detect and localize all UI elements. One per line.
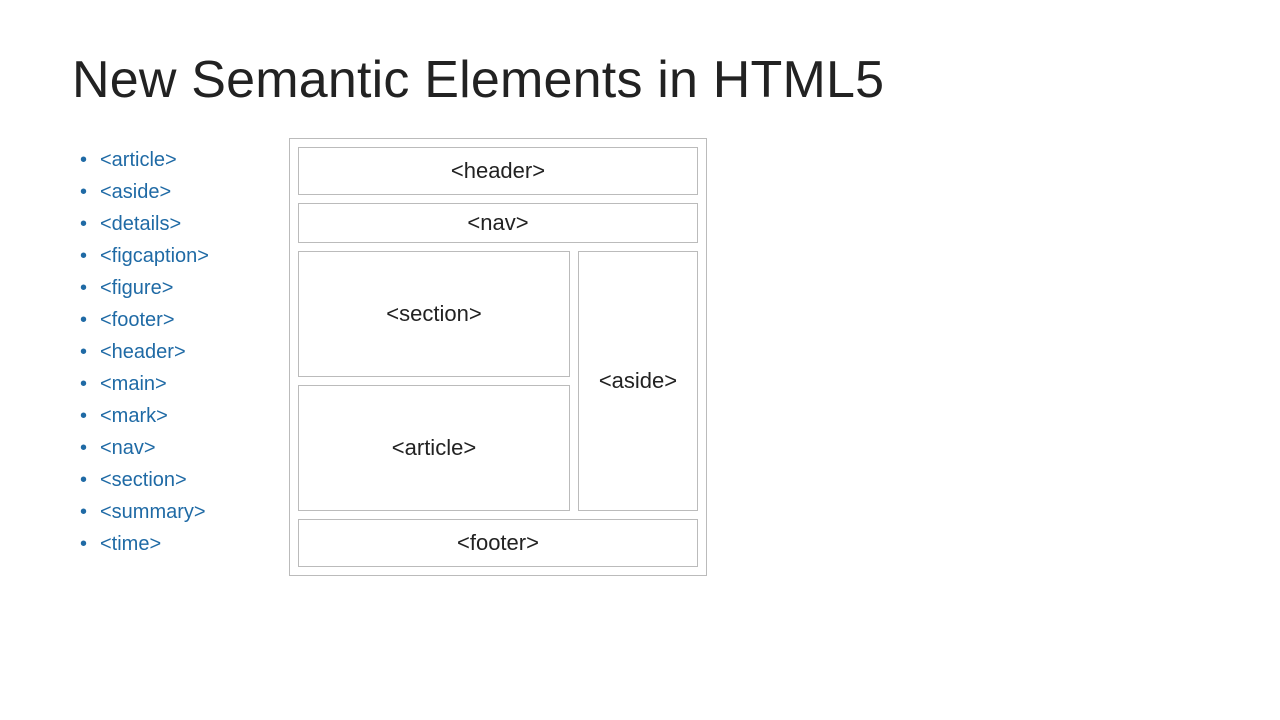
- diagram-footer-box: <footer>: [298, 519, 698, 567]
- list-item: <details>: [80, 208, 209, 240]
- list-item: <mark>: [80, 400, 209, 432]
- content-row: <article> <aside> <details> <figcaption>…: [72, 144, 1220, 576]
- list-item: <main>: [80, 368, 209, 400]
- list-item: <nav>: [80, 432, 209, 464]
- diagram-section-box: <section>: [298, 251, 570, 377]
- list-item: <article>: [80, 144, 209, 176]
- list-item: <time>: [80, 528, 209, 560]
- slide-title: New Semantic Elements in HTML5: [72, 50, 1220, 110]
- diagram-article-box: <article>: [298, 385, 570, 511]
- list-item: <figcaption>: [80, 240, 209, 272]
- list-item: <footer>: [80, 304, 209, 336]
- slide: New Semantic Elements in HTML5 <article>…: [0, 0, 1280, 720]
- list-item: <figure>: [80, 272, 209, 304]
- bullet-list: <article> <aside> <details> <figcaption>…: [72, 144, 209, 560]
- diagram-mid-row: <section> <article> <aside>: [298, 251, 698, 511]
- diagram-left-column: <section> <article>: [298, 251, 570, 511]
- layout-diagram: <header> <nav> <section> <article> <asid…: [289, 138, 707, 576]
- diagram-header-box: <header>: [298, 147, 698, 195]
- diagram-aside-box: <aside>: [578, 251, 698, 511]
- list-item: <summary>: [80, 496, 209, 528]
- diagram-nav-box: <nav>: [298, 203, 698, 243]
- list-item: <section>: [80, 464, 209, 496]
- list-item: <header>: [80, 336, 209, 368]
- list-item: <aside>: [80, 176, 209, 208]
